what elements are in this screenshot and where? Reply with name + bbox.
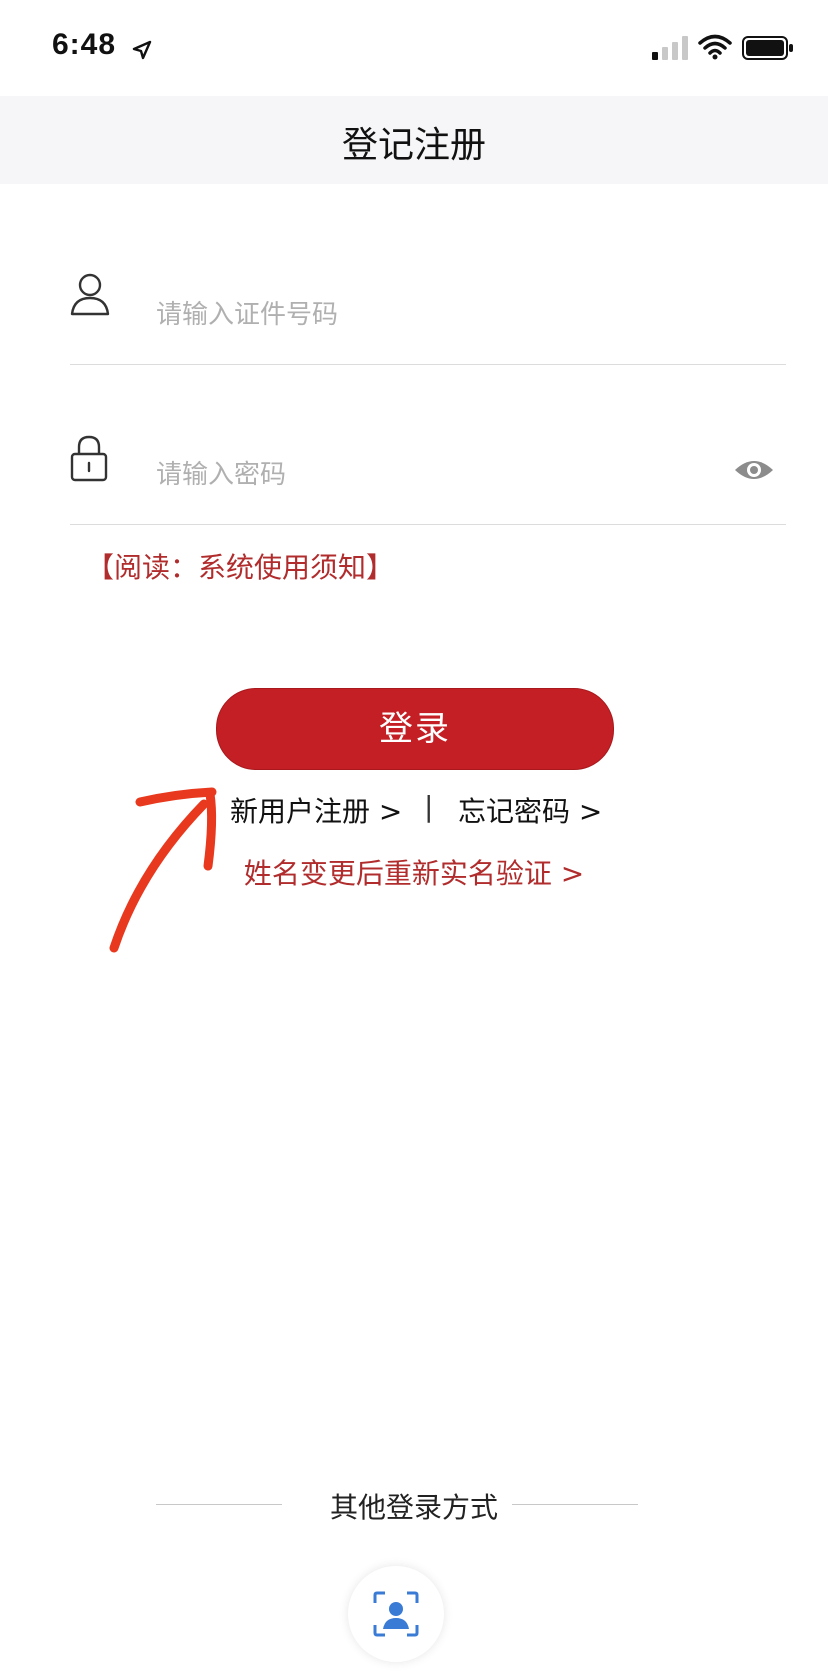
- password-input[interactable]: [154, 446, 698, 504]
- annotation-arrow: [109, 787, 217, 953]
- login-button[interactable]: 登录: [216, 688, 614, 770]
- password-field: [70, 432, 786, 516]
- signal-icon: [652, 36, 688, 60]
- lock-icon: [70, 435, 108, 482]
- status-bar: 6:48: [0, 0, 828, 96]
- id-number-field: [70, 272, 786, 356]
- register-link[interactable]: 新用户注册 >: [230, 790, 402, 830]
- link-separator: |: [424, 790, 434, 823]
- forgot-password-link[interactable]: 忘记密码 >: [458, 790, 602, 830]
- password-field-divider: [70, 524, 786, 525]
- nav-bar: 登记注册: [0, 96, 828, 184]
- other-login-section: 其他登录方式: [0, 1484, 828, 1524]
- system-notice-link[interactable]: 【阅读：系统使用须知】: [86, 546, 394, 586]
- other-login-label: 其他登录方式: [329, 1491, 498, 1524]
- wifi-icon: [698, 34, 732, 60]
- status-time: 6:48: [52, 28, 117, 61]
- id-field-divider: [70, 364, 786, 365]
- other-login-divider-right: [512, 1504, 638, 1505]
- battery-icon: [742, 36, 793, 60]
- id-number-input[interactable]: [154, 286, 698, 344]
- page-title: 登记注册: [341, 125, 486, 166]
- location-arrow-icon: [132, 40, 152, 60]
- eye-icon[interactable]: [734, 458, 774, 482]
- user-icon: [70, 273, 110, 316]
- face-id-icon: [373, 1591, 419, 1637]
- face-login-button[interactable]: [348, 1566, 444, 1662]
